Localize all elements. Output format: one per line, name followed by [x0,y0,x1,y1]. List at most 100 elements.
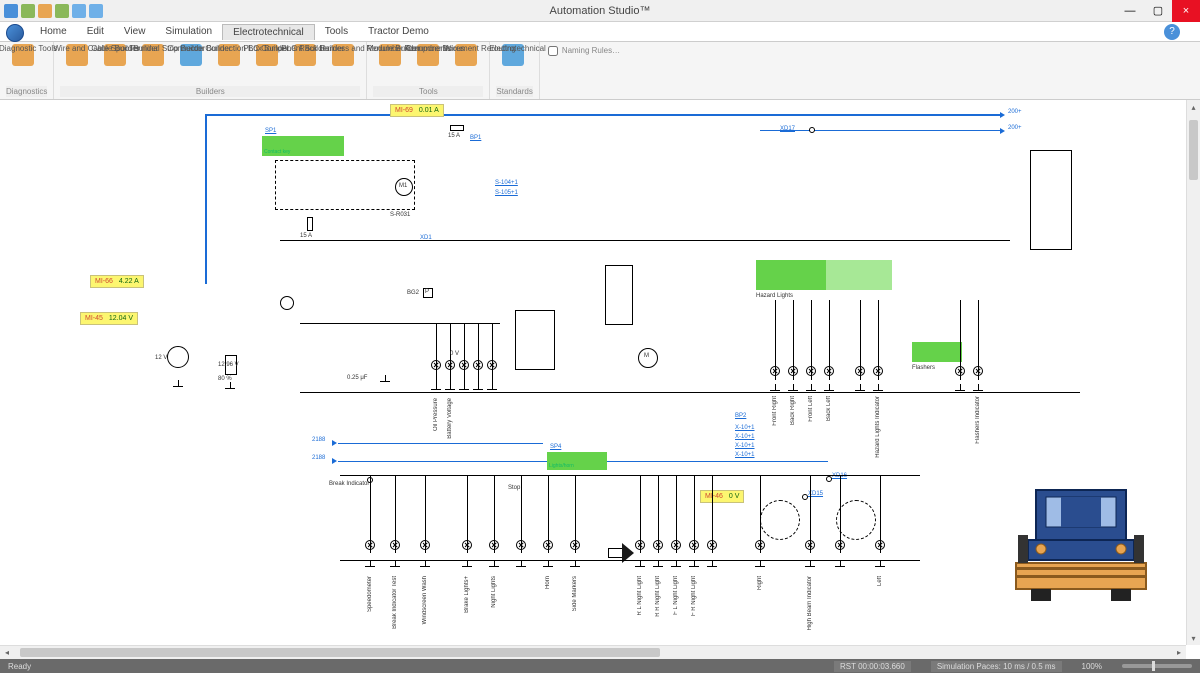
wire [205,114,207,284]
qat-icon[interactable] [21,4,35,18]
status-bar: Ready RST 00:00:03.660 Simulation Paces:… [0,659,1200,673]
component-box [275,160,415,210]
voltage-reading: 0 V [450,351,459,357]
terminal-strip-builder-button[interactable]: Terminal Strip Builder [136,44,170,66]
switch-sp4[interactable]: Lights/horn [547,452,607,470]
tab-tractor-demo[interactable]: Tractor Demo [358,24,439,39]
switch-caption: Hazard Lights [756,293,793,299]
page-ref-arrow-icon [332,458,337,464]
fuse [307,217,313,231]
switch-sp5[interactable]: Flashers [912,342,962,362]
horn-cone-icon [622,543,634,563]
component-ref: SP1 [265,128,276,134]
ground-symbol [380,375,390,382]
component-ref: X-10+1 [735,452,755,458]
horizontal-scrollbar[interactable]: ◂ ▸ [0,645,1186,659]
naming-rules-field[interactable]: Naming Rules… [540,42,628,99]
gauge-symbol [760,500,800,540]
electrotechnical-standards-button[interactable]: Electrotechnical [496,44,530,66]
battery-label: 12 V [155,355,167,361]
component-ref: S-105+1 [495,190,518,196]
zoom-slider[interactable] [1122,664,1192,668]
minimize-button[interactable]: — [1116,0,1144,22]
qat-icon[interactable] [38,4,52,18]
tab-edit[interactable]: Edit [77,24,114,39]
diagnostic-tools-button[interactable]: Diagnostic Tools [6,44,40,66]
vertical-scrollbar[interactable]: ▴ ▾ [1186,100,1200,645]
component-caption: Break Indicator [329,481,369,487]
renumber-wires-button[interactable]: Renumber Wires [411,44,445,66]
component-ref: BP1 [470,135,481,141]
app-logo-icon[interactable] [6,24,24,42]
document-rerouting-button[interactable]: Document Rerouting [449,44,483,66]
workspace: 200+ 200+ MI-690.01 A Contact key SP1 15… [0,100,1200,659]
window-controls: — ▢ × [1116,0,1200,22]
wire-cable-spool-builder-button[interactable]: Wire and Cable Spool Builder [60,44,94,66]
scroll-thumb[interactable] [1189,120,1198,180]
component-ref: S-104+1 [495,180,518,186]
page-ref-arrow-icon [1000,112,1005,118]
fuse-label: 15 A [448,133,460,139]
fuse-label: 15 A [300,233,312,239]
probe-symbol [280,296,294,310]
ribbon-group-label: Tools [373,86,483,97]
status-paces: Simulation Paces: 10 ms / 0.5 ms [931,661,1062,672]
qat-redo-icon[interactable] [89,4,103,18]
gauge-symbol [836,500,876,540]
status-ready: Ready [8,662,31,671]
switch-sp1[interactable]: Contact key [262,136,344,156]
close-button[interactable]: × [1172,0,1200,22]
naming-rules-label: Naming Rules… [562,46,620,55]
plc-rack-builder-button[interactable]: PLC Rack Builder [288,44,322,66]
tab-simulation[interactable]: Simulation [155,24,222,39]
tab-tools[interactable]: Tools [315,24,358,39]
bg2-p-label: P [425,289,429,295]
plc-component-builder-button[interactable]: PLC Component Builder [250,44,284,66]
source-symbol [167,346,189,368]
tractor-illustration [1006,485,1156,605]
connector-builder-button[interactable]: Connector Builder [174,44,208,66]
naming-rules-checkbox[interactable] [548,46,558,56]
ribbon-group-label: Builders [60,86,360,97]
measurement-tag-mi46: MI-460 V [700,490,744,503]
quick-access-toolbar [0,4,103,18]
component-ref: SP4 [550,444,561,450]
horn-symbol [608,548,622,558]
switch-sp3-ext[interactable] [826,260,892,290]
scroll-down-button[interactable]: ▾ [1187,631,1200,645]
wire [205,114,1000,116]
terminal-node [802,494,808,500]
ribbon-group-label: Standards [496,86,532,97]
component-ref: X-10+1 [735,425,755,431]
help-button[interactable]: ? [1164,24,1180,40]
terminal-node [826,476,832,482]
ribbon-group-diagnostics: Diagnostic Tools Diagnostics [0,42,54,99]
cable-builder-button[interactable]: Cable Builder [98,44,132,66]
fuse [450,125,464,131]
wire [300,392,1080,393]
connection-box-builder-button[interactable]: Connection Box Builder [212,44,246,66]
schematic-canvas[interactable]: 200+ 200+ MI-690.01 A Contact key SP1 15… [0,100,1186,645]
tab-view[interactable]: View [114,24,156,39]
scroll-left-button[interactable]: ◂ [0,646,14,659]
page-ref-arrow-icon [1000,128,1005,134]
component-ref: BP2 [735,413,746,419]
harness-module-builder-button[interactable]: Harness and Module Builder [326,44,360,66]
qat-icon[interactable] [55,4,69,18]
tab-electrotechnical[interactable]: Electrotechnical [222,24,315,40]
scroll-thumb[interactable] [20,648,660,657]
switch-sp3[interactable]: Hazard Lights [756,260,826,290]
renumber-components-button[interactable]: Renumber Components [373,44,407,66]
scroll-right-button[interactable]: ▸ [1172,646,1186,659]
scroll-up-button[interactable]: ▴ [1187,100,1200,114]
tab-home[interactable]: Home [30,24,77,39]
maximize-button[interactable]: ▢ [1144,0,1172,22]
status-rst: RST 00:00:03.660 [834,661,911,672]
page-ref-arrow-icon [332,440,337,446]
qat-icon[interactable] [4,4,18,18]
component-ref: X-10+1 [735,434,755,440]
qat-undo-icon[interactable] [72,4,86,18]
page-ref: 200+ [1008,125,1022,131]
voltage-reading: 12.96 V [218,362,239,368]
ribbon-group-standards: Electrotechnical Standards [490,42,539,99]
